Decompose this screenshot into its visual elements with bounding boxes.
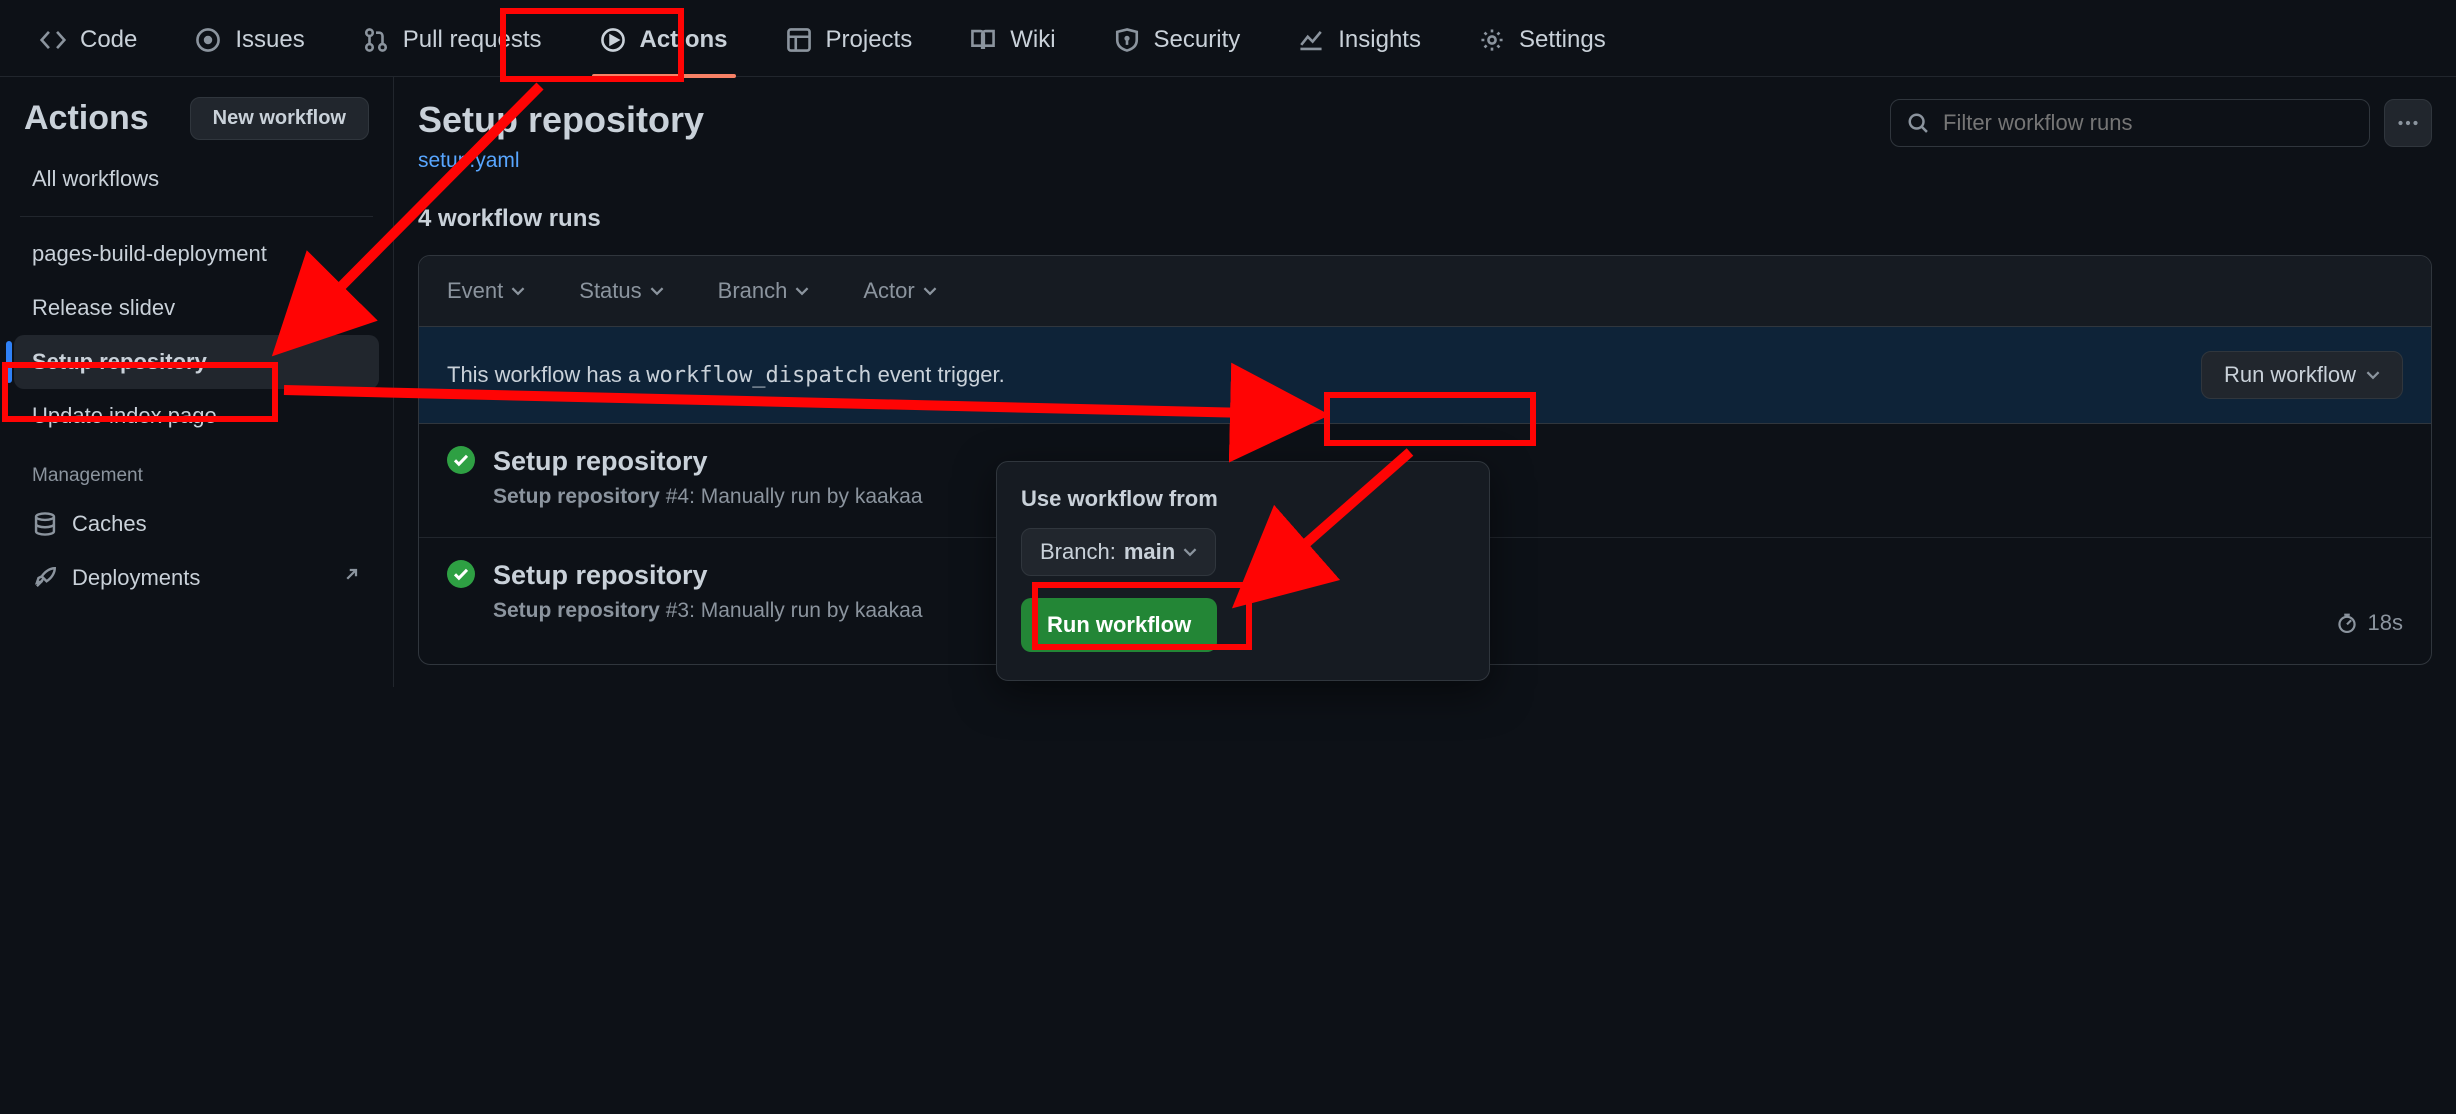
database-icon bbox=[32, 511, 58, 537]
shield-icon bbox=[1114, 27, 1140, 53]
new-workflow-button[interactable]: New workflow bbox=[190, 97, 369, 140]
run-workflow-popover: Use workflow from Branch: main Run workf… bbox=[996, 461, 1490, 681]
tab-label: Projects bbox=[826, 26, 913, 54]
tab-actions[interactable]: Actions bbox=[592, 16, 736, 64]
tab-label: Issues bbox=[235, 26, 304, 54]
project-icon bbox=[786, 27, 812, 53]
tab-label: Wiki bbox=[1010, 26, 1055, 54]
tab-security[interactable]: Security bbox=[1106, 16, 1249, 64]
external-link-icon bbox=[341, 565, 361, 591]
sidebar-item-label: Deployments bbox=[72, 565, 200, 591]
code-icon bbox=[40, 27, 66, 53]
sidebar-workflow-setup-repository[interactable]: Setup repository bbox=[14, 335, 379, 389]
run-title-link[interactable]: Setup repository bbox=[493, 560, 708, 590]
caret-down-icon bbox=[650, 284, 664, 298]
tab-wiki[interactable]: Wiki bbox=[962, 16, 1063, 64]
gear-icon bbox=[1479, 27, 1505, 53]
sidebar-item-label: Caches bbox=[72, 511, 147, 537]
sidebar-management-label: Management bbox=[14, 443, 379, 497]
run-subtitle: Setup repository #4: Manually run by kaa… bbox=[493, 485, 923, 509]
run-workflow-submit-button[interactable]: Run workflow bbox=[1021, 598, 1217, 652]
tab-label: Actions bbox=[640, 26, 728, 54]
content-area: Setup repository setup.yaml 4 workflow r… bbox=[394, 77, 2456, 687]
sidebar-workflow-pages-build-deployment[interactable]: pages-build-deployment bbox=[14, 227, 379, 281]
runs-count: 4 workflow runs bbox=[418, 205, 2432, 233]
caret-down-icon bbox=[795, 284, 809, 298]
tab-label: Pull requests bbox=[403, 26, 542, 54]
tab-label: Security bbox=[1154, 26, 1241, 54]
tab-projects[interactable]: Projects bbox=[778, 16, 921, 64]
graph-icon bbox=[1298, 27, 1324, 53]
tab-code[interactable]: Code bbox=[32, 16, 145, 64]
workflow-file-link[interactable]: setup.yaml bbox=[418, 149, 520, 173]
filter-branch[interactable]: Branch bbox=[718, 278, 810, 304]
sidebar-deployments[interactable]: Deployments bbox=[14, 551, 379, 605]
workflow-dispatch-bar: This workflow has a workflow_dispatch ev… bbox=[419, 327, 2431, 424]
tab-label: Settings bbox=[1519, 26, 1606, 54]
play-icon bbox=[600, 27, 626, 53]
stopwatch-icon bbox=[2336, 612, 2358, 634]
filter-actor[interactable]: Actor bbox=[863, 278, 936, 304]
popover-heading: Use workflow from bbox=[1021, 486, 1465, 512]
kebab-icon bbox=[2396, 111, 2420, 135]
tab-settings[interactable]: Settings bbox=[1471, 16, 1614, 64]
dispatch-text: This workflow has a workflow_dispatch ev… bbox=[447, 362, 1005, 388]
search-icon bbox=[1907, 112, 1929, 134]
caret-down-icon bbox=[1183, 545, 1197, 559]
page-title: Setup repository bbox=[418, 99, 704, 141]
tab-pull-requests[interactable]: Pull requests bbox=[355, 16, 550, 64]
more-options-button[interactable] bbox=[2384, 99, 2432, 147]
book-icon bbox=[970, 27, 996, 53]
filter-status[interactable]: Status bbox=[579, 278, 663, 304]
issue-icon bbox=[195, 27, 221, 53]
sidebar-workflow-release-slidev[interactable]: Release slidev bbox=[14, 281, 379, 335]
sidebar-all-workflows[interactable]: All workflows bbox=[14, 152, 379, 206]
tab-label: Insights bbox=[1338, 26, 1421, 54]
filter-search-box[interactable] bbox=[1890, 99, 2370, 147]
rocket-icon bbox=[32, 565, 58, 591]
caret-down-icon bbox=[923, 284, 937, 298]
filter-bar: Event Status Branch Actor bbox=[419, 256, 2431, 327]
success-icon bbox=[447, 446, 475, 474]
run-duration: 18s bbox=[2336, 610, 2403, 636]
tab-label: Code bbox=[80, 26, 137, 54]
sidebar-caches[interactable]: Caches bbox=[14, 497, 379, 551]
repo-tabs-nav: Code Issues Pull requests Actions Projec… bbox=[0, 0, 2456, 77]
tab-insights[interactable]: Insights bbox=[1290, 16, 1429, 64]
actions-sidebar: Actions New workflow All workflows pages… bbox=[0, 77, 394, 687]
caret-down-icon bbox=[511, 284, 525, 298]
pull-request-icon bbox=[363, 27, 389, 53]
run-title-link[interactable]: Setup repository bbox=[493, 446, 708, 476]
sidebar-workflow-update-index-page[interactable]: Update index page bbox=[14, 389, 379, 443]
filter-search-input[interactable] bbox=[1943, 110, 2353, 136]
branch-selector[interactable]: Branch: main bbox=[1021, 528, 1216, 576]
tab-issues[interactable]: Issues bbox=[187, 16, 312, 64]
caret-down-icon bbox=[2366, 368, 2380, 382]
run-workflow-dropdown-button[interactable]: Run workflow bbox=[2201, 351, 2403, 399]
run-subtitle: Setup repository #3: Manually run by kaa… bbox=[493, 599, 923, 623]
sidebar-title: Actions bbox=[24, 99, 149, 138]
success-icon bbox=[447, 560, 475, 588]
filter-event[interactable]: Event bbox=[447, 278, 525, 304]
